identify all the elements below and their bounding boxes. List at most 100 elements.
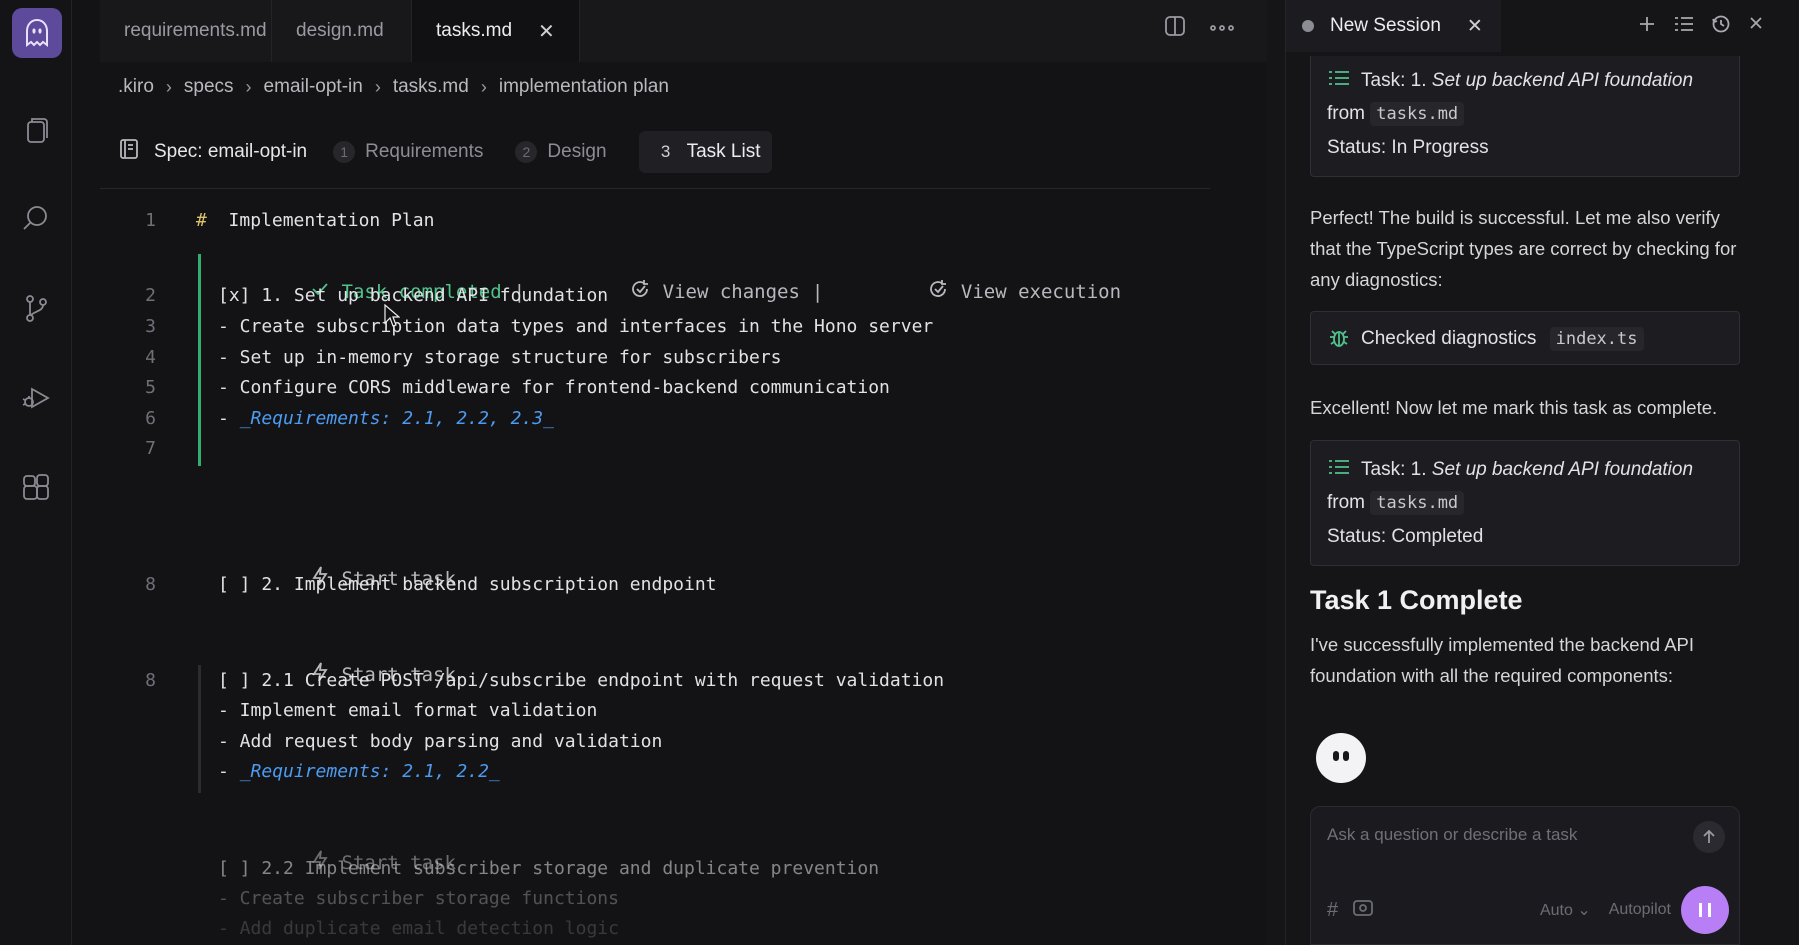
file-chip[interactable]: index.ts [1549, 327, 1644, 351]
code-line: [ ] 2. Implement backend subscription en… [218, 574, 717, 595]
run-debug-icon[interactable] [18, 380, 54, 416]
assistant-message: I've successfully implemented the backen… [1310, 634, 1695, 686]
explorer-icon[interactable] [18, 112, 54, 148]
line-number: 8 [145, 670, 156, 691]
close-icon[interactable]: ✕ [1467, 15, 1483, 38]
from-label: from [1327, 103, 1365, 124]
code-line: # Implementation Plan [196, 210, 434, 231]
close-panel-icon[interactable] [1747, 14, 1765, 39]
tab-design[interactable]: design.md [272, 0, 412, 62]
tab-tasks[interactable]: tasks.md ✕ [412, 0, 580, 62]
bug-icon [1327, 328, 1361, 349]
task-list-icon [1327, 70, 1361, 91]
session-title: New Session [1330, 15, 1441, 36]
task-prefix: Task: 1. [1361, 459, 1427, 480]
breadcrumb: .kiro › specs › email-opt-in › tasks.md … [118, 76, 669, 98]
chat-panel: New Session ✕ Task: 1. Set up backend AP… [1285, 0, 1785, 945]
code-line: [ ] 2.2 Implement subscriber storage and… [218, 858, 880, 879]
code-line: - Implement email format validation [218, 700, 598, 721]
diagnostics-card[interactable]: Checked diagnostics index.ts [1310, 311, 1740, 365]
step-number: 1 [333, 141, 356, 163]
tab-requirements[interactable]: requirements.md [100, 0, 272, 62]
step-number: 3 [660, 142, 671, 161]
diagnostics-label: Checked diagnostics [1361, 328, 1537, 349]
send-button[interactable] [1693, 821, 1725, 853]
task-status: Status: In Progress [1327, 137, 1489, 158]
requirements-ref[interactable]: _Requirements: 2.1, 2.2_ [240, 761, 500, 782]
line-number: 8 [145, 574, 156, 595]
spec-step-design[interactable]: 2 Design [515, 141, 607, 163]
task-status-card[interactable]: Task: 1. Set up backend API foundation f… [1310, 440, 1740, 566]
mouse-cursor-icon [384, 303, 401, 333]
file-chip[interactable]: tasks.md [1370, 102, 1465, 126]
history-icon[interactable] [1711, 14, 1731, 39]
kiro-logo-icon[interactable] [12, 8, 62, 58]
task-prefix: Task: 1. [1361, 70, 1427, 91]
completed-task-bar [198, 254, 201, 466]
line-number: 1 [145, 210, 156, 231]
kiro-ghost-avatar [1316, 733, 1366, 783]
split-editor-icon[interactable] [1163, 14, 1187, 43]
pause-button[interactable] [1681, 886, 1729, 934]
task-list-icon[interactable] [1673, 14, 1695, 39]
session-status-dot [1302, 20, 1314, 32]
spec-book-icon [118, 137, 140, 167]
breadcrumb-item[interactable]: implementation plan [499, 76, 669, 98]
code-line: [ ] 2.1 Create POST /api/subscribe endpo… [218, 670, 945, 691]
code-line: - Configure CORS middleware for frontend… [218, 377, 890, 398]
search-icon[interactable] [18, 200, 54, 236]
breadcrumb-item[interactable]: tasks.md [393, 76, 469, 98]
source-control-icon[interactable] [18, 290, 54, 326]
pause-icon [1699, 903, 1711, 917]
step-label: Requirements [365, 141, 484, 162]
spec-title-text: Spec: email-opt-in [154, 141, 308, 162]
autopilot-toggle-label[interactable]: Autopilot [1609, 901, 1671, 919]
spec-step-task-list[interactable]: 3 Task List [638, 131, 773, 173]
code-line: - Create subscriber storage functions [218, 888, 619, 909]
plus-icon[interactable] [1637, 14, 1657, 39]
breadcrumb-item[interactable]: email-opt-in [264, 76, 363, 98]
model-select-value: Auto [1539, 902, 1573, 919]
message-heading: Task 1 Complete [1310, 585, 1523, 615]
spec-step-requirements[interactable]: 1 Requirements [333, 141, 483, 163]
close-icon[interactable]: ✕ [538, 19, 555, 44]
breadcrumb-item[interactable]: specs [184, 76, 234, 98]
more-actions-icon[interactable] [1209, 20, 1235, 38]
chevron-right-icon: › [480, 76, 487, 97]
breadcrumb-item[interactable]: .kiro [118, 76, 154, 98]
chevron-right-icon: › [374, 76, 381, 97]
line-number: 5 [145, 377, 156, 398]
editor-area: requirements.md design.md tasks.md ✕ .ki… [72, 0, 1267, 945]
task-status-card[interactable]: Task: 1. Set up backend API foundation f… [1310, 56, 1740, 177]
from-label: from [1327, 492, 1365, 513]
tab-label: tasks.md [436, 20, 513, 41]
hash-icon[interactable]: # [1327, 899, 1338, 922]
chevron-right-icon: › [245, 76, 252, 97]
task-title: Set up backend API foundation [1431, 459, 1694, 480]
line-number: 2 [145, 285, 156, 306]
assistant-message: Perfect! The build is successful. Let me… [1310, 207, 1737, 290]
extensions-icon[interactable] [18, 470, 54, 506]
chat-session-tab[interactable]: New Session ✕ [1286, 0, 1501, 52]
model-select[interactable]: Auto ⌄ [1540, 900, 1591, 920]
view-execution-link[interactable]: View execution [961, 281, 1121, 303]
view-changes-link[interactable]: View changes [663, 281, 800, 303]
chevron-down-icon: ⌄ [1577, 902, 1591, 919]
image-icon[interactable] [1352, 898, 1374, 923]
list-dash: - [218, 761, 240, 782]
line-number: 3 [145, 316, 156, 337]
chat-actions [1637, 14, 1765, 39]
line-number: 6 [145, 408, 156, 429]
requirements-ref[interactable]: _Requirements: 2.1, 2.2, 2.3_ [240, 408, 554, 429]
task-status: Status: Completed [1327, 526, 1484, 547]
line-number: 4 [145, 347, 156, 368]
editor-actions [1163, 14, 1235, 43]
task-title: Set up backend API foundation [1431, 70, 1694, 91]
file-chip[interactable]: tasks.md [1370, 491, 1465, 515]
task-list-icon [1327, 459, 1361, 480]
chevron-right-icon: › [165, 76, 172, 97]
task-bar [198, 665, 201, 793]
chat-input[interactable]: Ask a question or describe a task # Auto… [1310, 806, 1740, 945]
task-line: Task: 1. Set up backend API foundation [1327, 453, 1723, 486]
step-label: Design [547, 141, 607, 162]
